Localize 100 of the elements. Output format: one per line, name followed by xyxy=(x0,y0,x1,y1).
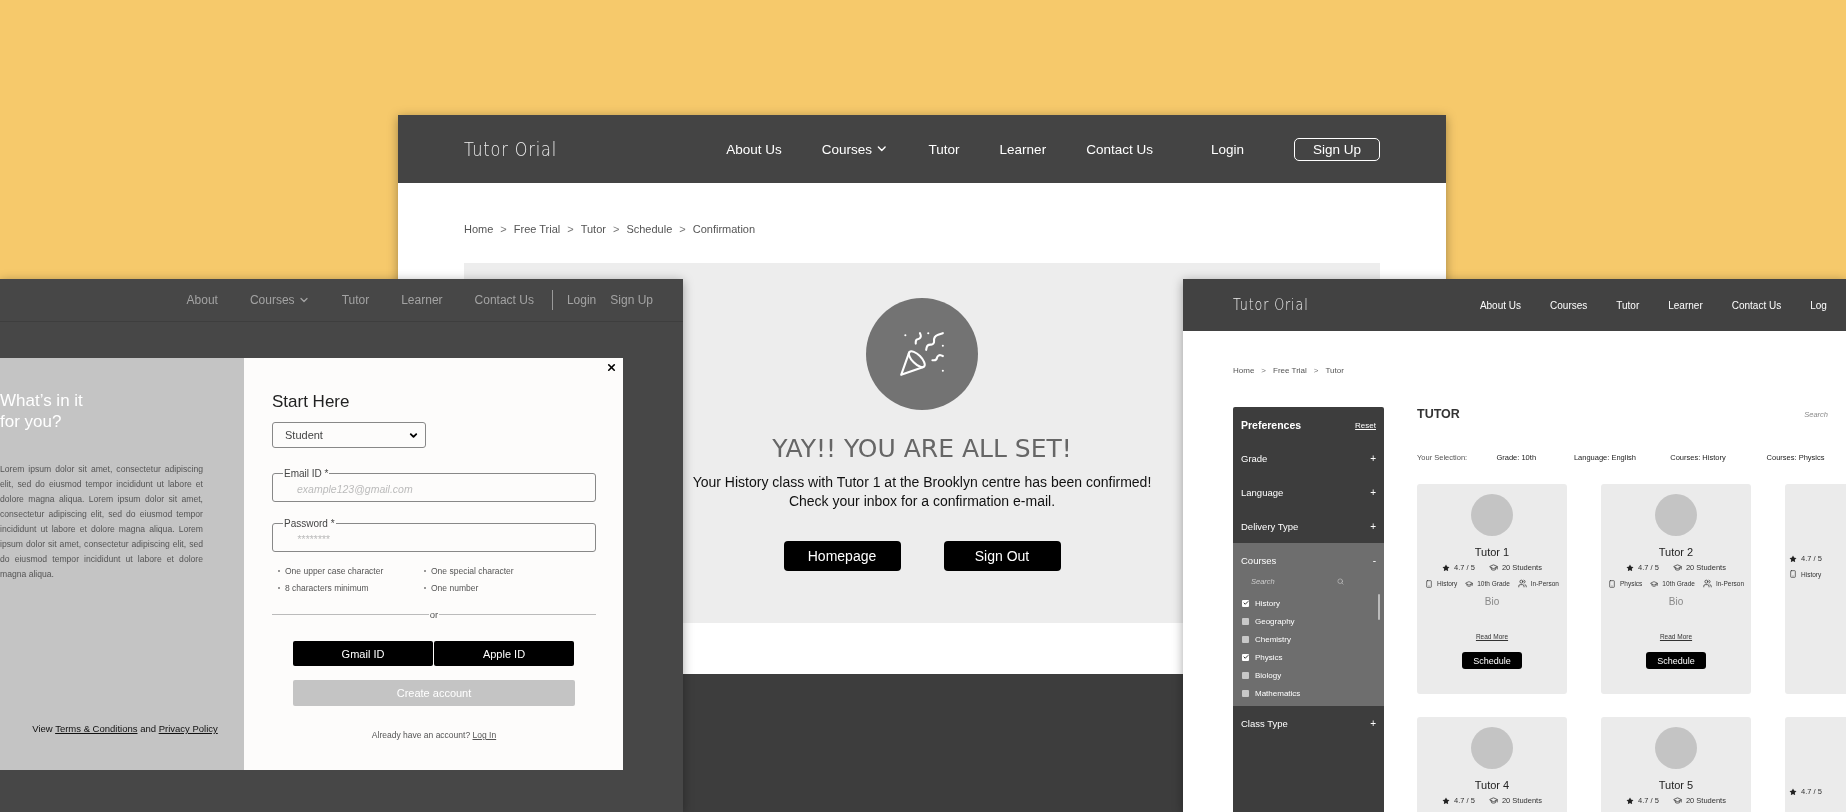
nav-link[interactable]: Learner xyxy=(1668,299,1703,311)
graduation-cap-icon xyxy=(1488,796,1498,805)
nav-link[interactable]: Tutor xyxy=(1616,299,1640,311)
promo-text: Lorem ipsum dolor sit amet, consectetur adipiscing elit, sed do eiusmod tempor incididunt ut labore et dolore magna aliqua. Lorem ipsum dolor sit amet, consectetur adipiscing elit, sed do eiusmod tempor incididunt ut labore et dolore magna aliqua. Lorem ipsum dolor sit amet, consectetur adipiscing elit, sed do eiusmod tempor incididunt ut labore et dolore magna aliqua. xyxy=(0,463,203,581)
breadcrumb-separator: > xyxy=(1313,366,1319,375)
password-rule: One special character xyxy=(424,566,564,576)
star-icon xyxy=(1626,796,1635,805)
password-rule: 8 characters minimum xyxy=(278,583,424,593)
breadcrumb-link[interactable]: Tutor xyxy=(1325,366,1344,375)
star-icon xyxy=(1789,554,1797,563)
divider-label: or xyxy=(429,609,439,620)
nav-dropdown[interactable]: Courses xyxy=(249,293,310,307)
login-link[interactable]: Login xyxy=(1210,141,1244,157)
nav-link[interactable]: About Us xyxy=(726,141,782,157)
nav-link[interactable]: Contact Us xyxy=(1086,141,1153,157)
confirmation-title: YAY!! YOU ARE ALL SET! xyxy=(772,434,1072,463)
tutor-bio: Bio xyxy=(1484,596,1500,607)
filter-header[interactable]: Class Type + xyxy=(1233,706,1384,740)
nav-link[interactable]: Learner xyxy=(999,141,1047,157)
nav-link[interactable]: Log xyxy=(1810,299,1827,311)
logo: Tutor Orial xyxy=(464,138,558,160)
close-icon[interactable] xyxy=(606,362,617,373)
star-icon xyxy=(1442,796,1451,805)
breadcrumb-link[interactable]: Free Trial xyxy=(513,223,561,235)
nav-link[interactable]: Learner xyxy=(401,293,443,307)
filter-header[interactable]: Grade + xyxy=(1233,441,1384,475)
log-in-link[interactable]: Log In xyxy=(472,730,497,740)
nav-link[interactable]: Courses xyxy=(1550,299,1588,311)
breadcrumb-separator: > xyxy=(500,223,507,235)
people-icon xyxy=(1702,579,1712,588)
nav-link[interactable]: Tutor xyxy=(928,141,960,157)
graduation-cap-icon xyxy=(1672,796,1682,805)
course-option[interactable]: Physics xyxy=(1233,648,1384,666)
sign-up-button[interactable]: Sign Up xyxy=(1293,137,1380,161)
checkbox[interactable] xyxy=(1242,599,1249,607)
confirmation-message: Your History class with Tutor 1 at the Brooklyn centre has been confirmed! Check your inbox for a confirmation e-mail. xyxy=(692,473,1152,511)
password-field[interactable]: Password * ******** xyxy=(272,518,596,552)
nav-link[interactable]: Contact Us xyxy=(1731,299,1782,311)
checkbox[interactable] xyxy=(1242,653,1249,661)
password-input[interactable]: ******** xyxy=(285,531,583,547)
email-input[interactable]: example123@gmail.com xyxy=(285,481,583,497)
schedule-button[interactable]: Schedule xyxy=(1646,652,1706,669)
phone-icon xyxy=(1607,579,1616,588)
login-prompt: Already have an account? Log In xyxy=(370,730,498,740)
social-login-button[interactable]: Apple ID xyxy=(434,641,574,666)
phone-icon xyxy=(1789,570,1797,578)
tutor-name: Tutor 5 xyxy=(1658,779,1694,791)
terms-link[interactable]: Terms & Conditions xyxy=(55,723,138,734)
nav-link[interactable]: Contact Us xyxy=(474,293,534,307)
filter-header[interactable]: Courses - xyxy=(1233,552,1384,568)
breadcrumb-link[interactable]: Confirmation xyxy=(692,223,756,235)
course-option[interactable]: Geography xyxy=(1233,612,1384,630)
star-icon xyxy=(1442,563,1451,572)
breadcrumb-link[interactable]: Home xyxy=(1233,366,1255,375)
search-icon xyxy=(1337,577,1344,585)
avatar xyxy=(1471,494,1513,536)
course-option[interactable]: History xyxy=(1233,594,1384,612)
phone-icon xyxy=(1425,579,1433,588)
scrollbar-thumb[interactable] xyxy=(1378,594,1380,620)
nav-link[interactable]: About xyxy=(186,293,218,307)
filter-header[interactable]: Language + xyxy=(1233,475,1384,509)
checkbox[interactable] xyxy=(1242,671,1249,679)
breadcrumb-link[interactable]: Free Trial xyxy=(1273,366,1307,375)
breadcrumb-link[interactable]: Tutor xyxy=(580,223,606,235)
checkbox[interactable] xyxy=(1242,635,1249,643)
breadcrumb-separator: > xyxy=(679,223,686,235)
people-icon xyxy=(1517,579,1527,588)
privacy-link[interactable]: Privacy Policy xyxy=(158,723,218,734)
course-option[interactable]: Chemistry xyxy=(1233,630,1384,648)
breadcrumb-link[interactable]: Home xyxy=(464,223,494,235)
reset-link[interactable]: Reset xyxy=(1355,420,1376,430)
breadcrumb-link[interactable]: Schedule xyxy=(626,223,673,235)
social-login-button[interactable]: Gmail ID xyxy=(293,641,433,666)
sign-out-button[interactable]: Sign Out xyxy=(943,541,1061,571)
graduation-cap-icon xyxy=(1465,579,1474,588)
homepage-button[interactable]: Homepage xyxy=(783,541,901,571)
field-label: Password * xyxy=(283,518,336,529)
star-icon xyxy=(1789,787,1797,796)
nav-link[interactable]: Tutor xyxy=(341,293,370,307)
field-label: Email ID * xyxy=(283,468,330,479)
role-select[interactable]: Student xyxy=(272,422,426,448)
schedule-button[interactable]: Schedule xyxy=(1462,652,1522,669)
login-link[interactable]: Login xyxy=(566,293,597,307)
course-option[interactable]: Biology xyxy=(1233,666,1384,684)
logo: Tutor Orial xyxy=(1233,296,1309,314)
course-option[interactable]: Mathematics xyxy=(1233,684,1384,702)
avatar xyxy=(1471,727,1513,769)
password-rule: One upper case character xyxy=(278,566,424,576)
email-field[interactable]: Email ID * example123@gmail.com xyxy=(272,468,596,502)
checkbox[interactable] xyxy=(1242,689,1249,697)
breadcrumb-separator: > xyxy=(1261,366,1266,375)
checkbox[interactable] xyxy=(1242,617,1249,625)
promo-heading: What’s in it for you? xyxy=(0,390,84,432)
graduation-cap-icon xyxy=(1488,563,1498,572)
nav-link[interactable]: About Us xyxy=(1479,299,1522,311)
filter-header[interactable]: Delivery Type + xyxy=(1233,509,1384,543)
avatar xyxy=(1655,727,1697,769)
sign-up-link[interactable]: Sign Up xyxy=(610,293,653,307)
graduation-cap-icon xyxy=(1650,579,1659,588)
nav-dropdown[interactable]: Courses xyxy=(821,141,889,157)
